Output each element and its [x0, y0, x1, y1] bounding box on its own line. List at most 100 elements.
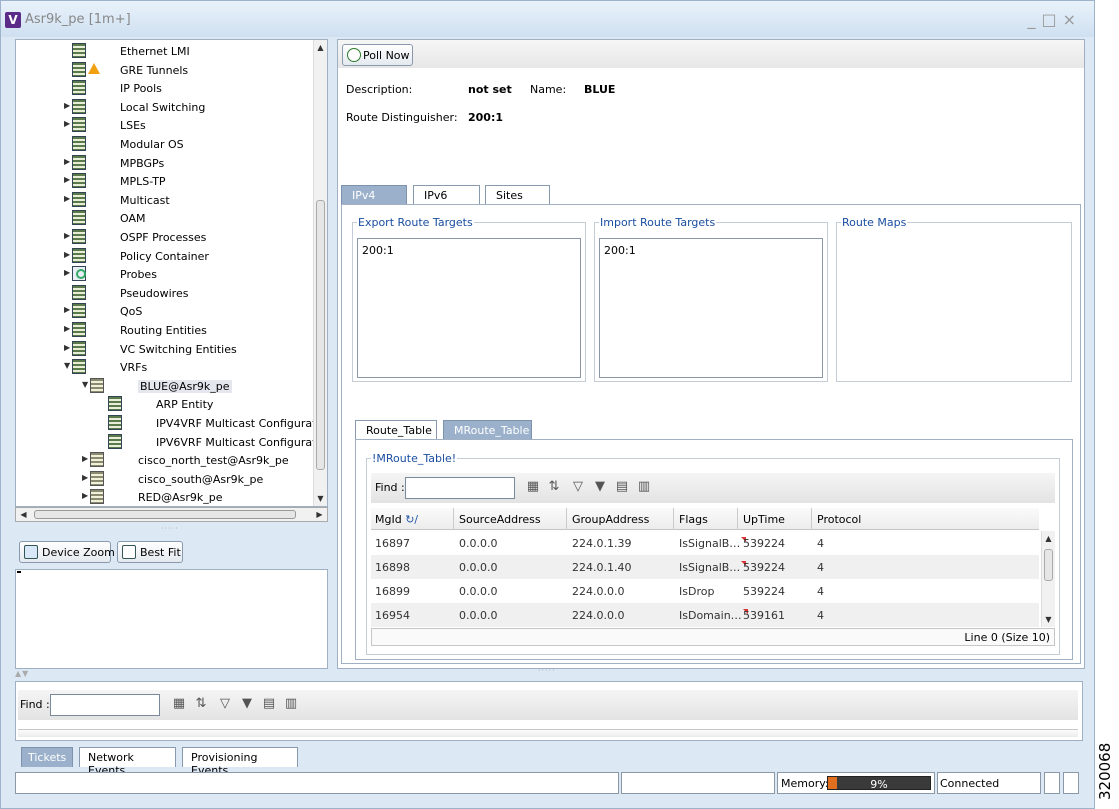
tree-item[interactable]: Pseudowires	[16, 284, 312, 302]
column-header-protocol[interactable]: Protocol	[817, 513, 861, 526]
column-separator[interactable]	[453, 508, 454, 530]
export-data-icon[interactable]: ▥	[637, 480, 651, 494]
tree-item[interactable]: ▶ QoS	[16, 302, 312, 320]
collapse-arrow-icon[interactable]: ▼	[64, 361, 72, 370]
expand-arrow-icon[interactable]: ▶	[64, 250, 72, 259]
advanced-filter-icon[interactable]: ▼	[593, 480, 607, 494]
splitter-grip[interactable]: ·····	[161, 524, 179, 533]
table-row[interactable]: 16954 0.0.0.0 224.0.0.0 IsDomain… 539161 4	[371, 603, 1039, 627]
grid-settings-icon[interactable]: ▤	[615, 480, 629, 494]
tree-item[interactable]: ▼ VRFs	[16, 358, 312, 376]
sort-az-icon[interactable]: ⇅	[194, 697, 208, 711]
close-icon[interactable]: ×	[1063, 10, 1082, 29]
expand-arrow-icon[interactable]: ▶	[64, 119, 72, 128]
table-row[interactable]: 16898 0.0.0.0 224.0.1.40 IsSignalB… 539224 4	[371, 555, 1039, 579]
tab-mroute-table[interactable]: MRoute_Table	[443, 420, 532, 439]
collapse-arrow-icon[interactable]: ▼	[82, 380, 90, 389]
tree-scroll-thumb[interactable]	[316, 200, 325, 470]
tree-horizontal-scrollbar[interactable]: ◀ ▶	[15, 507, 328, 522]
mroute-vertical-scrollbar[interactable]: ▲ ▼	[1041, 531, 1055, 627]
tab-network-events[interactable]: Network Events	[79, 747, 176, 777]
scroll-left-icon[interactable]: ◀	[17, 508, 30, 521]
tree-item[interactable]: OAM	[16, 209, 312, 227]
tree-item[interactable]: ▶ Routing Entities	[16, 321, 312, 339]
tree-item[interactable]: GRE Tunnels	[16, 61, 312, 79]
expand-arrow-icon[interactable]: ▶	[64, 305, 72, 314]
column-separator[interactable]	[811, 508, 812, 530]
maximize-icon[interactable]: □	[1041, 10, 1062, 29]
export-route-targets-list[interactable]: 200:1	[357, 238, 581, 378]
expand-arrow-icon[interactable]: ▶	[82, 473, 90, 482]
expand-arrow-icon[interactable]: ▶	[64, 324, 72, 333]
table-row[interactable]: 16897 0.0.0.0 224.0.1.39 IsSignalB… 539224 4	[371, 531, 1039, 555]
export-data-icon[interactable]: ▥	[284, 697, 298, 711]
tree-item[interactable]: IP Pools	[16, 79, 312, 97]
tree-item[interactable]: ▶ VC Switching Entities	[16, 340, 312, 358]
filter-icon[interactable]: ▽	[571, 480, 585, 494]
details-splitter-grip[interactable]: ·····	[538, 666, 556, 675]
device-zoom-button[interactable]: Device Zoom	[19, 541, 115, 563]
column-header-mgid[interactable]: MgId ↻/	[375, 513, 418, 526]
table-row[interactable]: 16899 0.0.0.0 224.0.0.0 IsDrop 539224 4	[371, 579, 1039, 603]
tree-item[interactable]: ▶ Multicast	[16, 191, 312, 209]
best-fit-button[interactable]: Best Fit	[117, 541, 183, 563]
column-separator[interactable]	[673, 508, 674, 530]
table-export-icon[interactable]: ▦	[172, 697, 186, 711]
tree-item[interactable]: ▶ LSEs	[16, 116, 312, 134]
column-header-group-address[interactable]: GroupAddress	[572, 513, 649, 526]
tree-vertical-scrollbar[interactable]: ▲ ▼	[313, 40, 327, 506]
pane-collapse-arrows[interactable]: ▲▼	[15, 669, 29, 678]
expand-arrow-icon[interactable]: ▶	[64, 231, 72, 240]
tree-item[interactable]: ARP Entity	[16, 395, 312, 413]
poll-now-button[interactable]: Poll Now	[342, 44, 413, 66]
scroll-down-icon[interactable]: ▼	[314, 492, 327, 505]
tree-item[interactable]: IPV4VRF Multicast Configuratic	[16, 414, 326, 432]
scroll-right-icon[interactable]: ▶	[313, 508, 326, 521]
tab-ipv6[interactable]: IPv6	[413, 185, 480, 204]
events-find-input[interactable]	[50, 694, 160, 716]
column-separator[interactable]	[566, 508, 567, 530]
scroll-down-icon[interactable]: ▼	[1042, 613, 1055, 626]
scroll-up-icon[interactable]: ▲	[1042, 532, 1055, 545]
tab-ipv4[interactable]: IPv4	[341, 185, 407, 204]
expand-arrow-icon[interactable]: ▶	[64, 194, 72, 203]
tree-item[interactable]: Modular OS	[16, 135, 312, 153]
tree-item[interactable]: Ethernet LMI	[16, 42, 312, 60]
filter-icon[interactable]: ▽	[218, 697, 232, 711]
mroute-scroll-thumb[interactable]	[1044, 549, 1053, 581]
title-bar[interactable]: V Asr9k_pe [1m+] _□×	[1, 1, 1094, 37]
export-route-target-item[interactable]: 200:1	[362, 244, 576, 257]
import-route-target-item[interactable]: 200:1	[604, 244, 818, 257]
column-header-uptime[interactable]: UpTime	[743, 513, 785, 526]
advanced-filter-icon[interactable]: ▼	[240, 697, 254, 711]
expand-arrow-icon[interactable]: ▶	[64, 157, 72, 166]
map-overview-pane[interactable]	[15, 569, 328, 669]
scroll-up-icon[interactable]: ▲	[314, 41, 327, 54]
column-header-flags[interactable]: Flags	[679, 513, 708, 526]
sort-az-icon[interactable]: ⇅	[547, 480, 561, 494]
grid-settings-icon[interactable]: ▤	[262, 697, 276, 711]
tree-item[interactable]: ▶ MPBGPs	[16, 154, 312, 172]
tree-item[interactable]: ▶ Local Switching	[16, 98, 312, 116]
import-route-targets-list[interactable]: 200:1	[599, 238, 823, 378]
expand-arrow-icon[interactable]: ▶	[64, 101, 72, 110]
expand-arrow-icon[interactable]: ▶	[64, 343, 72, 352]
tab-tickets[interactable]: Tickets	[21, 747, 73, 767]
column-header-source-address[interactable]: SourceAddress	[459, 513, 541, 526]
table-export-icon[interactable]: ▦	[526, 480, 540, 494]
tree-item[interactable]: ▶ MPLS-TP	[16, 172, 312, 190]
tree-item[interactable]: ▼ BLUE@Asr9k_pe	[16, 377, 312, 395]
expand-arrow-icon[interactable]: ▶	[64, 175, 72, 184]
tree-item[interactable]: ▶ cisco_north_test@Asr9k_pe	[16, 451, 312, 469]
minimize-icon[interactable]: _	[1027, 10, 1041, 29]
mroute-find-input[interactable]	[405, 477, 515, 499]
tree-item[interactable]: ▶ cisco_south@Asr9k_pe	[16, 470, 312, 488]
tree-hscroll-thumb[interactable]	[34, 510, 296, 519]
tab-sites[interactable]: Sites	[485, 185, 550, 204]
column-separator[interactable]	[737, 508, 738, 530]
tab-provisioning-events[interactable]: Provisioning Events	[182, 747, 298, 777]
expand-arrow-icon[interactable]: ▶	[82, 454, 90, 463]
tab-route-table[interactable]: Route_Table	[355, 420, 437, 439]
tree-item[interactable]: ▶ OSPF Processes	[16, 228, 312, 246]
expand-arrow-icon[interactable]: ▶	[82, 491, 90, 500]
